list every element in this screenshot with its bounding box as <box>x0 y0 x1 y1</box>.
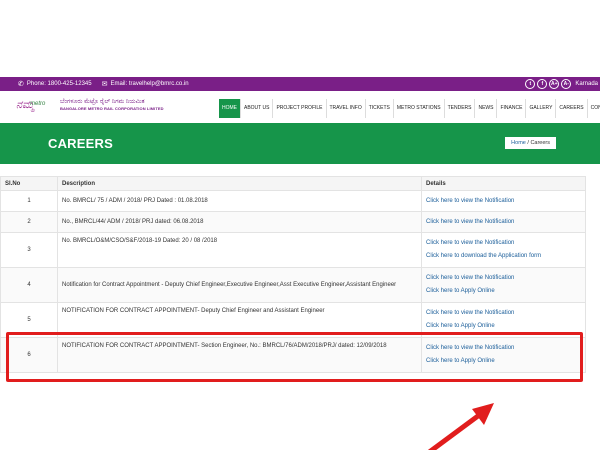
phone-contact: ✆ Phone: 1800-425-12345 <box>18 80 92 88</box>
row-description: Notification for Contract Appointment - … <box>57 267 422 303</box>
breadcrumb-separator: / <box>527 140 529 146</box>
twitter-icon[interactable]: t <box>525 79 536 89</box>
nav-contact-us[interactable]: CONTACT US <box>586 99 600 118</box>
logo-text: ಬೆಂಗಳೂರು ಮೆಟ್ರೊ ರೈಲ್ ನಿಗಮ ನಿಯಮಿತ BANGALO… <box>60 99 164 111</box>
email-contact[interactable]: ✉ Email: travelhelp@bmrc.co.in <box>102 80 189 88</box>
facebook-icon[interactable]: f <box>537 79 548 89</box>
top-contact-bar: ✆ Phone: 1800-425-12345 ✉ Email: travelh… <box>0 77 600 91</box>
nav-project-profile[interactable]: PROJECT PROFILE <box>272 99 325 118</box>
page: ✆ Phone: 1800-425-12345 ✉ Email: travelh… <box>0 0 600 450</box>
language-switch[interactable]: Karnada <box>575 81 598 87</box>
row-slno: 2 <box>0 211 58 233</box>
nav-travel-info[interactable]: TRAVEL INFO <box>325 99 365 118</box>
nav-finance[interactable]: FINANCE <box>496 99 525 118</box>
column-header-details: Details <box>421 176 586 191</box>
nav-tenders[interactable]: TENDERS <box>443 99 475 118</box>
site-header: ನಮ್ಮ metro ಬೆಂಗಳೂರು ಮೆಟ್ರೊ ರೈಲ್ ನಿಗಮ ನಿಯ… <box>0 91 600 123</box>
phone-icon: ✆ <box>18 81 24 88</box>
column-header-description: Description <box>57 176 422 191</box>
nav-news[interactable]: NEWS <box>474 99 496 118</box>
row-description: No., BMRCL/44/ ADM / 2018/ PRJ dated: 06… <box>57 211 422 233</box>
highlight-box <box>6 332 583 382</box>
social-accessibility-links: t f A+ A- Karnada <box>523 79 598 89</box>
red-arrow-icon <box>427 403 494 450</box>
increase-font-button[interactable]: A+ <box>549 79 560 89</box>
page-banner: CAREERS Home / Careers <box>0 123 600 164</box>
row-details: Click here to view the Notification <box>421 211 586 233</box>
logo-kannada: ಬೆಂಗಳೂರು ಮೆಟ್ರೊ ರೈಲ್ ನಿಗಮ ನಿಯಮಿತ <box>60 99 145 105</box>
breadcrumb: Home / Careers <box>505 137 556 149</box>
table-header-row: Sl.No Description Details <box>0 176 586 191</box>
nav-careers[interactable]: CAREERS <box>555 99 586 118</box>
namma-metro-logo-icon: ನಮ್ಮ metro <box>16 99 46 111</box>
main-nav: HOME ABOUT US PROJECT PROFILE TRAVEL INF… <box>219 99 600 118</box>
row-description: No. BMRCL/O&M/CSO/S&F/2018-19 Dated: 20 … <box>57 232 422 268</box>
nav-tickets[interactable]: TICKETS <box>364 99 393 118</box>
row-details: Click here to view the Notification <box>421 190 586 212</box>
nav-gallery[interactable]: GALLERY <box>525 99 555 118</box>
row-details: Click here to view the Notification Clic… <box>421 267 586 303</box>
view-notification-link[interactable]: Click here to view the Notification <box>426 272 581 285</box>
view-notification-link[interactable]: Click here to view the Notification <box>426 195 581 208</box>
phone-text: Phone: 1800-425-12345 <box>26 81 92 87</box>
row-slno: 4 <box>0 267 58 303</box>
view-notification-link[interactable]: Click here to view the Notification <box>426 307 581 320</box>
view-notification-link[interactable]: Click here to view the Notification <box>426 216 581 229</box>
row-description: No. BMRCL/ 75 / ADM / 2018/ PRJ Dated : … <box>57 190 422 212</box>
email-text[interactable]: Email: travelhelp@bmrc.co.in <box>110 81 188 87</box>
page-title: CAREERS <box>48 136 113 151</box>
apply-online-link[interactable]: Click here to Apply Online <box>426 285 581 298</box>
row-slno: 1 <box>0 190 58 212</box>
logo-english: BANGALORE METRO RAIL CORPORATION LIMITED <box>60 106 164 111</box>
breadcrumb-home-link[interactable]: Home <box>511 140 526 146</box>
table-row: 4 Notification for Contract Appointment … <box>0 267 586 303</box>
breadcrumb-current: Careers <box>530 140 550 146</box>
row-slno: 3 <box>0 232 58 268</box>
nav-metro-stations[interactable]: METRO STATIONS <box>392 99 444 118</box>
table-row: 2 No., BMRCL/44/ ADM / 2018/ PRJ dated: … <box>0 211 586 233</box>
table-row: 3 No. BMRCL/O&M/CSO/S&F/2018-19 Dated: 2… <box>0 232 586 268</box>
decrease-font-button[interactable]: A- <box>561 79 572 89</box>
row-details: Click here to view the Notification Clic… <box>421 232 586 268</box>
column-header-slno: Sl.No <box>0 176 58 191</box>
envelope-icon: ✉ <box>101 81 108 88</box>
table-row: 1 No. BMRCL/ 75 / ADM / 2018/ PRJ Dated … <box>0 190 586 212</box>
view-notification-link[interactable]: Click here to view the Notification <box>426 237 581 250</box>
bmrcl-logo[interactable]: ನಮ್ಮ metro ಬೆಂಗಳೂರು ಮೆಟ್ರೊ ರೈಲ್ ನಿಗಮ ನಿಯ… <box>14 97 164 113</box>
nav-home[interactable]: HOME <box>219 99 240 118</box>
nav-about-us[interactable]: ABOUT US <box>240 99 272 118</box>
download-application-link[interactable]: Click here to download the Application f… <box>426 250 581 263</box>
